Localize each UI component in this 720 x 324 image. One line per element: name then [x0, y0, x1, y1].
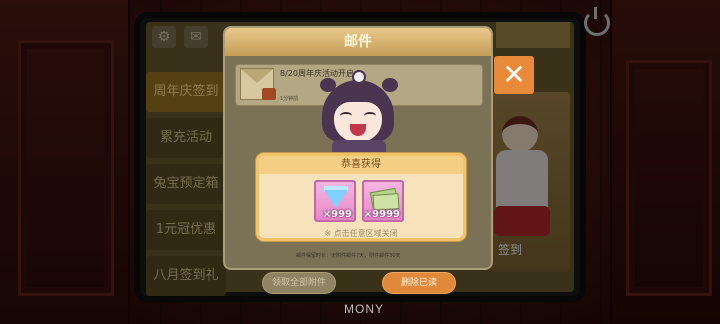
- mascot-ear-left: [320, 78, 336, 92]
- mail-dialog-title: 邮件: [225, 28, 491, 56]
- mascot-ear-right: [382, 78, 398, 92]
- mascot-character: [316, 68, 406, 160]
- mascot-badge: [352, 70, 366, 84]
- mascot-eye-right: [364, 112, 376, 120]
- reward-quantity: ×9999: [363, 209, 400, 220]
- gift-icon: [262, 88, 276, 100]
- mail-time: 1分钟前: [280, 96, 299, 102]
- close-button[interactable]: ✕: [494, 56, 534, 94]
- reward-item-diamond[interactable]: ×999: [314, 180, 356, 222]
- delete-read-button[interactable]: 删除已读: [382, 272, 456, 294]
- collect-all-button[interactable]: 领取全部附件: [262, 272, 336, 294]
- diamond-shape: [324, 190, 348, 208]
- reward-close-hint: ※ 点击任意区域关闭: [324, 229, 398, 238]
- brand-label: MONY: [344, 302, 384, 316]
- mascot-face: [334, 102, 382, 142]
- mail-retention-note: 邮件保留时长：无附件邮件7天，附件邮件30天: [296, 253, 401, 259]
- reward-quantity: ×999: [322, 209, 352, 220]
- reward-popup[interactable]: 恭喜获得 ×999 ×9999 ※ 点击任意区域关闭: [256, 153, 466, 241]
- reward-title: 恭喜获得: [259, 156, 463, 174]
- mascot-eye-left: [340, 112, 352, 120]
- reward-item-cash[interactable]: ×9999: [362, 180, 404, 222]
